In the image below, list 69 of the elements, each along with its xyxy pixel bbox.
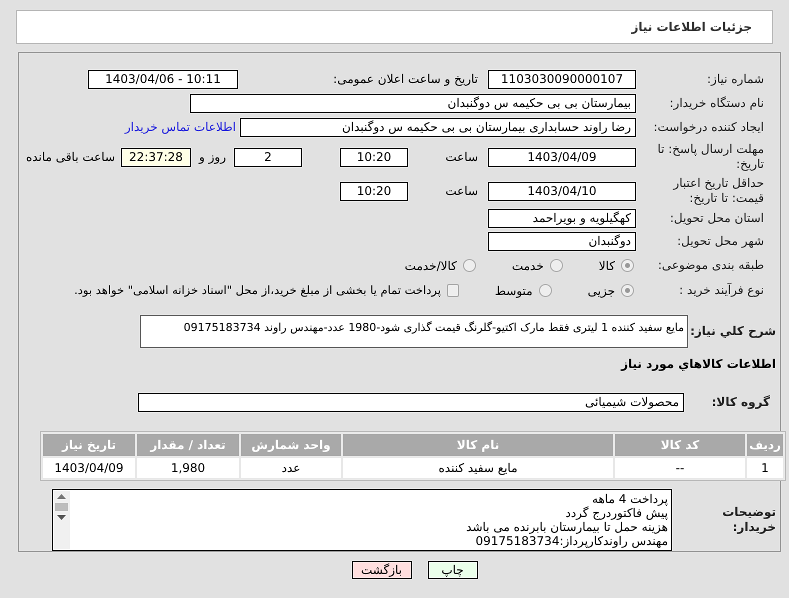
- column-header: تعداد / مقدار: [137, 434, 239, 456]
- radio-button[interactable]: [538, 284, 552, 297]
- column-header: نام کالا: [343, 434, 613, 456]
- field-label: مهلت ارسال پاسخ: تا تاریخ:: [656, 142, 765, 172]
- scroll-down-icon[interactable]: [57, 515, 66, 520]
- field-label: توضیحات خریدار:: [721, 505, 777, 535]
- field-label: گروه کالا:: [710, 394, 771, 410]
- checkbox[interactable]: [446, 284, 459, 297]
- page-title: جزئیات اطلاعات نیاز: [631, 19, 752, 36]
- column-header: تاریخ نیاز: [43, 434, 135, 456]
- input-field[interactable]: 1103030090000107: [488, 70, 636, 88]
- input-field[interactable]: 1403/04/10: [488, 182, 636, 200]
- column-header: ردیف: [747, 434, 783, 456]
- field-label: حداقل تاریخ اعتبار قیمت: تا تاریخ:: [672, 176, 765, 206]
- option-label: جزیی: [588, 282, 615, 300]
- radio-button[interactable]: [621, 259, 634, 272]
- input-field[interactable]: 2: [234, 148, 302, 166]
- field-label: شماره نیاز:: [706, 72, 765, 86]
- countdown-field: 22:37:28: [121, 148, 191, 166]
- table-cell: عدد: [241, 458, 341, 478]
- table-cell: 1,980: [137, 458, 239, 478]
- input-field[interactable]: کهگیلویه و بویراحمد: [488, 209, 636, 228]
- input-field[interactable]: بیمارستان بی بی حکیمه س دوگنبدان: [190, 94, 636, 112]
- input-field[interactable]: 10:20: [340, 148, 408, 166]
- description-text: مایع سفید کننده 1 لیتری فقط مارک اکتیو-گلرنگ قیمت گذاری شود-1980 عدد-مهندس راوند 09175183734: [184, 321, 684, 334]
- note-line: پرداخت 4 ماهه: [591, 492, 668, 506]
- note-line: مهندس راوندکارپرداز:09175183734: [474, 534, 668, 548]
- input-field[interactable]: 1403/04/09: [488, 148, 636, 166]
- field-label: نوع فرآیند خرید :: [678, 283, 765, 298]
- field-label: شهر محل تحویل:: [676, 234, 765, 249]
- back-button[interactable]: بازگشت: [352, 561, 412, 579]
- checkbox-label: پرداخت تمام یا بخشی از مبلغ خرید،از محل "اسناد خزانه اسلامی" خواهد بود.: [74, 282, 441, 299]
- input-field[interactable]: محصولات شیمیائی: [138, 392, 684, 412]
- column-header: کد کالا: [615, 434, 745, 456]
- radio-button[interactable]: [462, 259, 476, 272]
- field-label: نام دستگاه خریدار:: [668, 96, 765, 110]
- field-label: ایجاد کننده درخواست:: [652, 120, 765, 134]
- column-header: واحد شمارش: [241, 434, 341, 456]
- option-label: خدمت: [512, 258, 544, 274]
- field-label: روز و: [199, 149, 226, 166]
- field-label: تاریخ و ساعت اعلان عمومی:: [332, 71, 478, 88]
- table-cell: مایع سفید کننده: [343, 458, 613, 478]
- input-field[interactable]: دوگنبدان: [488, 232, 636, 251]
- radio-button[interactable]: [621, 284, 634, 297]
- field-label: ساعت باقی مانده: [26, 149, 115, 166]
- notes-textarea[interactable]: پرداخت 4 ماهه پیش فاکتوردرج گردد هزینه حمل تا بیمارستان بابرنده می باشد مهندس راوندکارپرداز:09175183734: [52, 489, 672, 551]
- table-cell: 1: [747, 458, 783, 478]
- option-label: کالا: [598, 258, 615, 274]
- contact-link[interactable]: اطلاعات تماس خریدار: [124, 118, 236, 136]
- scroll-up-icon[interactable]: [57, 494, 66, 499]
- option-label: متوسط: [494, 282, 533, 300]
- input-field[interactable]: رضا راوند حسابداری بیمارستان بی بی حکیمه س دوگنبدان: [240, 118, 636, 136]
- field-label: ساعت: [444, 183, 478, 200]
- description-textarea[interactable]: مایع سفید کننده 1 لیتری فقط مارک اکتیو-گلرنگ قیمت گذاری شود-1980 عدد-مهندس راوند 09175183734: [140, 315, 688, 348]
- section-title: اطلاعات كالاهاي مورد نياز: [621, 356, 777, 373]
- field-label: ساعت: [444, 149, 478, 166]
- radio-button[interactable]: [550, 259, 563, 272]
- table-cell: --: [615, 458, 745, 478]
- input-field[interactable]: 1403/04/06 - 10:11: [88, 70, 238, 88]
- print-button[interactable]: چاپ: [428, 561, 478, 579]
- field-label: شرح كلي نياز:: [689, 324, 777, 338]
- note-line: پیش فاکتوردرج گردد: [564, 506, 668, 520]
- scroll-thumb[interactable]: [55, 503, 68, 511]
- field-label: طبقه بندی موضوعی:: [656, 258, 765, 273]
- table-cell: 1403/04/09: [43, 458, 135, 478]
- input-field[interactable]: 10:20: [340, 182, 408, 200]
- note-line: هزینه حمل تا بیمارستان بابرنده می باشد: [465, 520, 668, 534]
- field-label: استان محل تحویل:: [668, 211, 765, 226]
- option-label: کالا/خدمت: [404, 258, 457, 274]
